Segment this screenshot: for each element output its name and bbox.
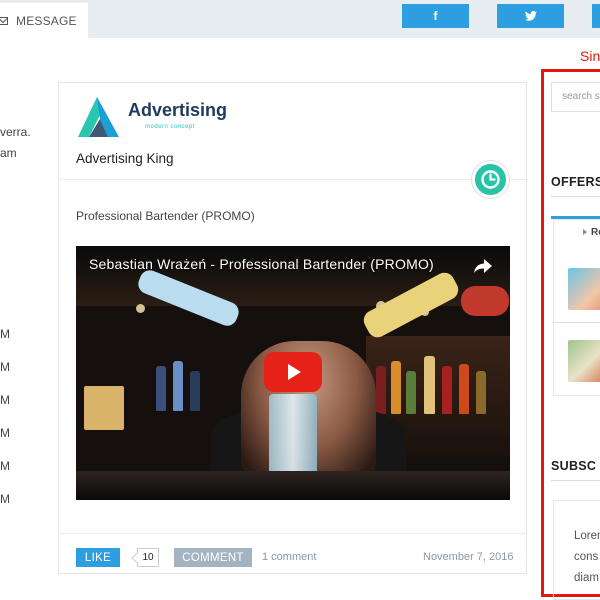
- like-count-badge: 10: [137, 548, 159, 567]
- video-scene-bottle: [173, 361, 183, 411]
- clock-badge: [472, 161, 509, 198]
- divider: [59, 179, 526, 180]
- video-scene-bottle: [442, 366, 452, 414]
- video-scene-bottle: [190, 371, 200, 411]
- search-input[interactable]: search s: [551, 82, 600, 112]
- video-scene-sign: [84, 386, 124, 430]
- divider: [551, 196, 600, 197]
- offer-thumbnail[interactable]: [568, 340, 600, 382]
- subscribe-heading: SUBSC: [551, 459, 597, 473]
- post-card: Advertising modern concept Advertising K…: [58, 82, 527, 574]
- logo-mark-icon: [78, 97, 119, 137]
- comment-button[interactable]: COMMENT: [174, 548, 252, 567]
- divider: [551, 480, 600, 481]
- video-scene-bottle: [391, 361, 401, 414]
- offers-tab-label[interactable]: Re: [583, 227, 600, 238]
- divider: [553, 322, 600, 323]
- logo-tagline: modern concept: [145, 124, 196, 130]
- message-tab-label: MESSAGE: [16, 13, 77, 28]
- message-tab[interactable]: MESSAGE: [0, 3, 88, 38]
- video-scene-bottle: [459, 364, 469, 414]
- left-text-fragment: verra.: [0, 125, 31, 139]
- video-scene-light: [136, 304, 145, 313]
- video-scene-sign: [461, 286, 509, 316]
- advertising-logo[interactable]: Advertising modern concept: [75, 95, 235, 139]
- left-list-item[interactable]: M: [0, 492, 10, 506]
- video-scene-bottle: [156, 366, 166, 411]
- like-button[interactable]: LIKE: [76, 548, 120, 567]
- play-icon[interactable]: [264, 352, 322, 392]
- left-list-item[interactable]: M: [0, 426, 10, 440]
- video-scene-bottle: [376, 366, 386, 414]
- top-bar: MESSAGE f: [0, 0, 600, 38]
- offer-thumbnail[interactable]: [568, 268, 600, 310]
- envelope-icon: [0, 16, 8, 25]
- video-title[interactable]: Sebastian Wrażeń - Professional Bartende…: [89, 256, 434, 272]
- twitter-share-button[interactable]: [497, 4, 564, 28]
- post-description: Professional Bartender (PROMO): [76, 209, 255, 223]
- video-scene-bottle: [406, 371, 416, 414]
- video-player[interactable]: Sebastian Wrażeń - Professional Bartende…: [76, 246, 510, 500]
- share-arrow-icon[interactable]: [473, 256, 493, 276]
- video-scene-bottle: [424, 356, 435, 414]
- subscribe-text-line: Lorem: [574, 530, 600, 542]
- left-list-item[interactable]: M: [0, 360, 10, 374]
- video-scene-bottle: [476, 371, 486, 414]
- comment-count-link[interactable]: 1 comment: [262, 551, 316, 563]
- offers-heading: OFFERS: [551, 175, 600, 189]
- divider: [59, 533, 526, 534]
- left-list-item[interactable]: M: [0, 327, 10, 341]
- twitter-icon: [524, 11, 537, 21]
- subscribe-text-line: diam: [574, 572, 599, 584]
- left-list-item[interactable]: M: [0, 393, 10, 407]
- sign-in-link[interactable]: Sin: [580, 48, 600, 64]
- subscribe-text-line: cons: [574, 551, 599, 563]
- extra-share-button[interactable]: [592, 4, 600, 28]
- left-list-item[interactable]: M: [0, 459, 10, 473]
- left-text-fragment: am: [0, 146, 17, 160]
- video-scene-glass: [269, 394, 317, 476]
- post-author[interactable]: Advertising King: [76, 151, 174, 166]
- facebook-share-button[interactable]: f: [402, 4, 469, 28]
- video-scene-counter: [76, 471, 510, 500]
- clock-icon: [481, 170, 500, 189]
- logo-wordmark: Advertising: [128, 100, 228, 120]
- facebook-icon: f: [433, 9, 438, 23]
- subscribe-box: [553, 500, 600, 600]
- post-date: November 7, 2016: [423, 551, 514, 563]
